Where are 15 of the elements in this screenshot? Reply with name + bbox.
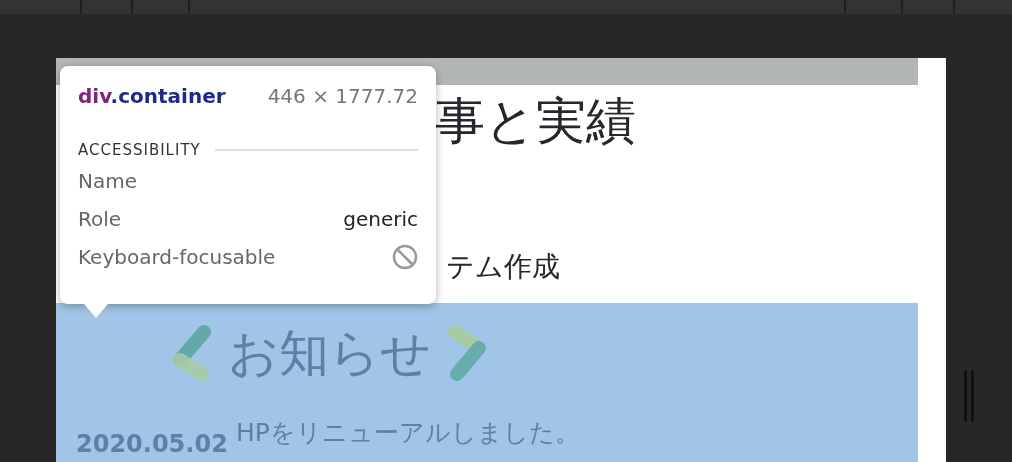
section-heading: 事と実績 [435,91,636,151]
news-title: お知らせ [228,323,431,384]
element-size: 446 × 1777.72 [267,84,418,108]
news-date: 2020.05.02 [76,429,229,459]
chevron-right-icon [445,322,489,384]
chevron-left-icon [170,322,214,384]
not-allowed-icon [392,244,418,270]
property-label: Keyboard-focusable [78,245,276,269]
news-text: HPをリニューアルしました。 [236,417,580,449]
property-value: generic [343,207,418,231]
section-title: ACCESSIBILITY [78,141,201,159]
service-text: テム作成 [446,249,560,285]
element-selector: div.container [78,84,226,108]
property-label: Role [78,207,122,231]
property-label: Name [78,169,137,193]
